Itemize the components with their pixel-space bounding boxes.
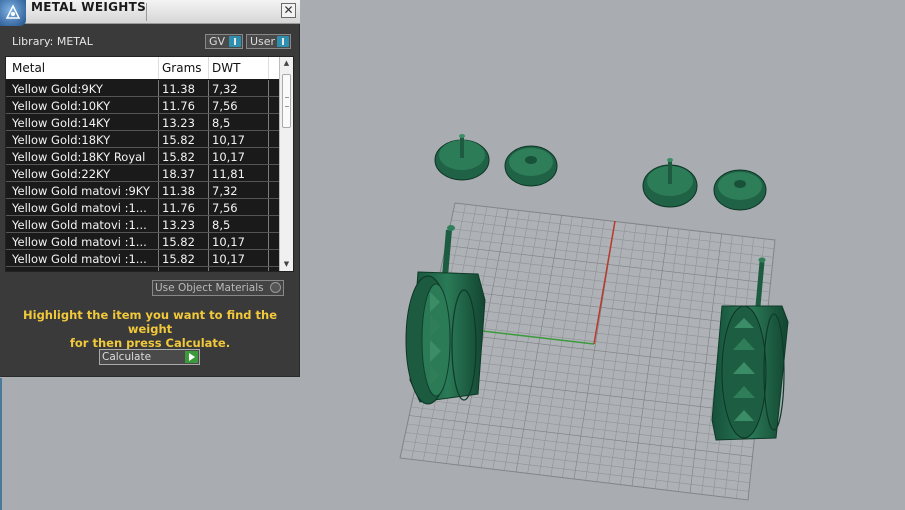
dwt-cell: 10,17 — [212, 252, 245, 266]
viewport-edge — [0, 378, 2, 510]
grams-cell: 15.82 — [162, 252, 195, 266]
grams-cell: 11.76 — [162, 99, 195, 113]
column-header-grams[interactable]: Grams — [162, 61, 202, 75]
use-object-materials-toggle[interactable]: Use Object Materials — [152, 280, 284, 296]
dwt-cell: 10,17 — [212, 150, 245, 164]
dwt-cell: 10,17 — [212, 133, 245, 147]
dwt-cell: 7,32 — [212, 82, 238, 96]
table-scrollbar[interactable]: ▲ ▼ — [279, 57, 293, 271]
panel-title: METAL WEIGHTS — [31, 0, 147, 14]
grams-cell: 15.82 — [162, 150, 195, 164]
gv-label: GV — [209, 35, 226, 48]
instruction-line-2: for then press Calculate. — [69, 336, 231, 350]
metal-cell: Yellow Gold:10KY — [12, 99, 111, 113]
dwt-cell: 8,5 — [212, 218, 231, 232]
column-header-dwt[interactable]: DWT — [212, 61, 240, 75]
table-row[interactable]: Yellow Gold:18KY 15.82 10,17 — [6, 131, 279, 148]
panel-titlebar[interactable]: METAL WEIGHTS ✕ — [0, 0, 300, 26]
dwt-cell: 8,5 — [212, 116, 231, 130]
metal-cell: Yellow Gold matovi :2... — [12, 269, 157, 271]
metal-table: Metal Grams DWT Yellow Gold:9KY 11.38 7,32… — [5, 56, 294, 272]
app-logo-icon — [0, 0, 26, 26]
gv-toggle[interactable]: GV — [205, 34, 243, 49]
table-row[interactable]: Yellow Gold:22KY 18.37 11,81 — [6, 165, 279, 182]
table-row[interactable]: Yellow Gold:9KY 11.38 7,32 — [6, 80, 279, 97]
metal-cell: Yellow Gold:18KY — [12, 133, 111, 147]
table-row[interactable]: Yellow Gold matovi :1... 15.82 10,17 — [6, 233, 279, 250]
table-row[interactable]: Yellow Gold:10KY 11.76 7,56 — [6, 97, 279, 114]
metal-cell: Yellow Gold matovi :1... — [12, 218, 147, 232]
grams-cell: 11.76 — [162, 201, 195, 215]
metal-cell: Yellow Gold:18KY Royal — [12, 150, 146, 164]
table-row[interactable]: Yellow Gold matovi :9KY 11.38 7,32 — [6, 182, 279, 199]
grams-cell: 13.23 — [162, 218, 195, 232]
library-label: Library: METAL — [12, 35, 93, 48]
metal-cell: Yellow Gold matovi :9KY — [12, 184, 150, 198]
dwt-cell: 7,32 — [212, 184, 238, 198]
dwt-cell: 10,17 — [212, 235, 245, 249]
scroll-up-icon[interactable]: ▲ — [280, 57, 293, 70]
grams-cell: 11.38 — [162, 82, 195, 96]
grams-cell: 18.37 — [162, 269, 195, 271]
grams-cell: 11.38 — [162, 184, 195, 198]
calculate-button[interactable]: Calculate — [99, 349, 200, 365]
table-row[interactable]: Yellow Gold:18KY Royal 15.82 10,17 — [6, 148, 279, 165]
cap-model-4[interactable] — [713, 169, 767, 211]
cap-model-1[interactable] — [434, 134, 490, 181]
scroll-thumb[interactable] — [282, 74, 291, 128]
table-row[interactable]: Yellow Gold matovi :1... 15.82 10,17 — [6, 250, 279, 267]
metal-cell: Yellow Gold:14KY — [12, 116, 111, 130]
table-header: Metal Grams DWT — [6, 57, 279, 79]
use-object-materials-label: Use Object Materials — [155, 282, 264, 294]
dwt-cell: 11,81 — [212, 269, 245, 271]
table-row[interactable]: Yellow Gold matovi :1... 11.76 7,56 — [6, 199, 279, 216]
grams-cell: 15.82 — [162, 133, 195, 147]
table-row[interactable]: Yellow Gold matovi :2... 18.37 11,81 — [6, 267, 279, 271]
cap-model-2[interactable] — [504, 145, 558, 187]
grams-cell: 13.23 — [162, 116, 195, 130]
table-row[interactable]: Yellow Gold matovi :1... 13.23 8,5 — [6, 216, 279, 233]
cap-model-3[interactable] — [642, 158, 698, 208]
metal-cell: Yellow Gold:22KY — [12, 167, 111, 181]
toggle-icon — [277, 36, 289, 47]
grams-cell: 18.37 — [162, 167, 195, 181]
metal-cell: Yellow Gold matovi :1... — [12, 252, 147, 266]
metal-cell: Yellow Gold matovi :1... — [12, 201, 147, 215]
metal-weights-panel: METAL WEIGHTS ✕ Library: METAL GV User M… — [0, 0, 300, 377]
dwt-cell: 7,56 — [212, 99, 238, 113]
calculate-label: Calculate — [102, 351, 152, 363]
metal-cell: Yellow Gold matovi :1... — [12, 235, 147, 249]
dwt-cell: 11,81 — [212, 167, 245, 181]
table-body: Yellow Gold:9KY 11.38 7,32 Yellow Gold:10KY… — [6, 80, 279, 271]
metal-cell: Yellow Gold:9KY — [12, 82, 103, 96]
user-toggle[interactable]: User — [246, 34, 291, 49]
radio-icon — [270, 282, 281, 293]
grams-cell: 15.82 — [162, 235, 195, 249]
column-header-metal[interactable]: Metal — [12, 61, 45, 75]
close-icon[interactable]: ✕ — [281, 3, 296, 18]
toggle-icon — [229, 36, 241, 47]
instruction-line-1: Highlight the item you want to find the … — [23, 308, 277, 336]
table-row[interactable]: Yellow Gold:14KY 13.23 8,5 — [6, 114, 279, 131]
scroll-down-icon[interactable]: ▼ — [280, 258, 293, 271]
play-arrow-icon — [185, 351, 198, 363]
dwt-cell: 7,56 — [212, 201, 238, 215]
user-label: User — [250, 35, 276, 48]
instruction-text: Highlight the item you want to find the … — [10, 308, 290, 350]
title-divider — [146, 3, 147, 21]
